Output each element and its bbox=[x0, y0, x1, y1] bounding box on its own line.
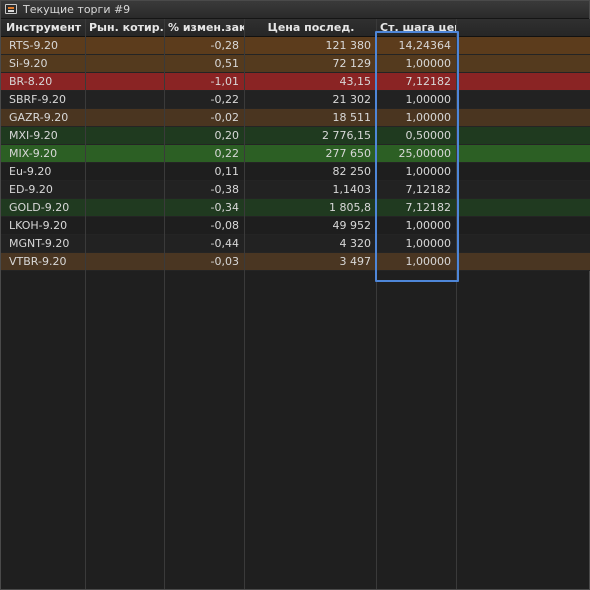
cell-change-percent: -0,03 bbox=[210, 255, 239, 268]
cell-change-percent: 0,22 bbox=[214, 147, 240, 160]
cell-change-percent: -0,28 bbox=[210, 39, 239, 52]
table-row[interactable]: RTS-9.20 -0,28 121 380 14,24364 bbox=[1, 37, 590, 55]
cell-instrument: ED-9.20 bbox=[9, 183, 53, 196]
cell-instrument: MGNT-9.20 bbox=[9, 237, 70, 250]
table-header: Инструмент со Рын. котир. % измен.закр. … bbox=[1, 19, 590, 37]
cell-last-price: 277 650 bbox=[325, 147, 372, 160]
table-body: RTS-9.20 -0,28 121 380 14,24364 Si-9.20 0,51 7… bbox=[1, 37, 590, 271]
cell-instrument: BR-8.20 bbox=[9, 75, 53, 88]
cell-change-percent: -1,01 bbox=[210, 75, 239, 88]
cell-change-percent: 0,51 bbox=[214, 57, 240, 70]
cell-last-price: 21 302 bbox=[332, 93, 372, 106]
trades-table: Инструмент со Рын. котир. % измен.закр. … bbox=[1, 19, 590, 589]
column-header-last-price[interactable]: Цена послед. bbox=[245, 19, 377, 36]
cell-change-percent: -0,38 bbox=[210, 183, 239, 196]
cell-change-percent: 0,11 bbox=[214, 165, 240, 178]
table-row[interactable]: SBRF-9.20 -0,22 21 302 1,00000 bbox=[1, 91, 590, 109]
cell-instrument: MIX-9.20 bbox=[9, 147, 58, 160]
table-row[interactable]: MXI-9.20 0,20 2 776,15 0,50000 bbox=[1, 127, 590, 145]
cell-instrument: Eu-9.20 bbox=[9, 165, 52, 178]
step-column-highlight-box bbox=[375, 31, 459, 282]
window-titlebar[interactable]: Текущие торги #9 bbox=[1, 1, 589, 19]
cell-last-price: 1 805,8 bbox=[329, 201, 371, 214]
column-header-change-percent[interactable]: % измен.закр. bbox=[165, 19, 245, 36]
table-row[interactable]: GAZR-9.20 -0,02 18 511 1,00000 bbox=[1, 109, 590, 127]
table-row[interactable]: BR-8.20 -1,01 43,15 7,12182 bbox=[1, 73, 590, 91]
cell-change-percent: -0,08 bbox=[210, 219, 239, 232]
cell-change-percent: -0,34 bbox=[210, 201, 239, 214]
cell-last-price: 82 250 bbox=[332, 165, 372, 178]
column-header-market-quote[interactable]: Рын. котир. bbox=[86, 19, 166, 36]
cell-instrument: VTBR-9.20 bbox=[9, 255, 67, 268]
cell-instrument: GAZR-9.20 bbox=[9, 111, 69, 124]
table-row[interactable]: ED-9.20 -0,38 1,1403 7,12182 bbox=[1, 181, 590, 199]
cell-change-percent: 0,20 bbox=[214, 129, 240, 142]
column-divider bbox=[244, 19, 245, 589]
cell-last-price: 49 952 bbox=[332, 219, 372, 232]
cell-last-price: 1,1403 bbox=[332, 183, 372, 196]
table-row[interactable]: Si-9.20 0,51 72 129 1,00000 bbox=[1, 55, 590, 73]
table-row[interactable]: LKOH-9.20 -0,08 49 952 1,00000 bbox=[1, 217, 590, 235]
cell-last-price: 121 380 bbox=[325, 39, 372, 52]
cell-instrument: GOLD-9.20 bbox=[9, 201, 70, 214]
cell-instrument: Si-9.20 bbox=[9, 57, 48, 70]
cell-instrument: SBRF-9.20 bbox=[9, 93, 66, 106]
cell-change-percent: -0,44 bbox=[210, 237, 239, 250]
cell-last-price: 18 511 bbox=[332, 111, 372, 124]
table-row[interactable]: VTBR-9.20 -0,03 3 497 1,00000 bbox=[1, 253, 590, 271]
current-trades-window: Текущие торги #9 Инструмент со Рын. коти… bbox=[0, 0, 590, 590]
window-title: Текущие торги #9 bbox=[23, 3, 131, 16]
table-row[interactable]: MIX-9.20 0,22 277 650 25,00000 bbox=[1, 145, 590, 163]
table-row[interactable]: Eu-9.20 0,11 82 250 1,00000 bbox=[1, 163, 590, 181]
cell-instrument: MXI-9.20 bbox=[9, 129, 58, 142]
table-row[interactable]: GOLD-9.20 -0,34 1 805,8 7,12182 bbox=[1, 199, 590, 217]
cell-last-price: 43,15 bbox=[339, 75, 372, 88]
cell-change-percent: -0,22 bbox=[210, 93, 239, 106]
column-divider bbox=[164, 19, 165, 589]
cell-last-price: 2 776,15 bbox=[322, 129, 371, 142]
column-header-instrument[interactable]: Инструмент со bbox=[3, 19, 85, 36]
column-divider bbox=[85, 19, 86, 589]
cell-last-price: 3 497 bbox=[339, 255, 372, 268]
table-window-icon bbox=[5, 4, 17, 14]
cell-last-price: 72 129 bbox=[332, 57, 372, 70]
cell-instrument: RTS-9.20 bbox=[9, 39, 59, 52]
cell-last-price: 4 320 bbox=[339, 237, 372, 250]
cell-instrument: LKOH-9.20 bbox=[9, 219, 68, 232]
table-row[interactable]: MGNT-9.20 -0,44 4 320 1,00000 bbox=[1, 235, 590, 253]
cell-change-percent: -0,02 bbox=[210, 111, 239, 124]
